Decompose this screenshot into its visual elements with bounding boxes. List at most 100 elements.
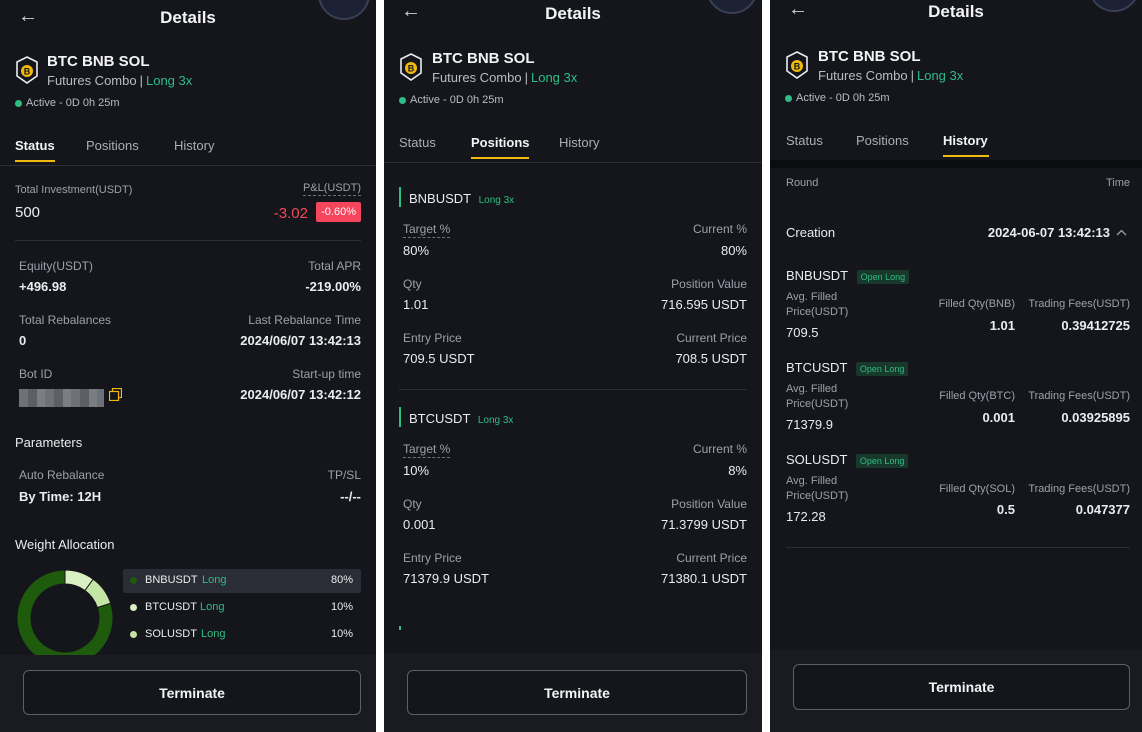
equity-value: +496.98: [19, 279, 67, 294]
alloc-pct: 10%: [330, 628, 353, 640]
target-pct-value: 10%: [403, 463, 430, 478]
alloc-row-btcusdt[interactable]: BTCUSDT Long 10%: [123, 596, 361, 620]
pnl-percent-badge: -0.60%: [316, 202, 361, 222]
alloc-row-solusdt[interactable]: SOLUSDT Long 10%: [123, 623, 361, 647]
terminate-button[interactable]: Terminate: [23, 670, 361, 715]
tab-history[interactable]: History: [559, 135, 599, 150]
alloc-side: Long: [200, 601, 225, 613]
bot-subtitle: Futures Combo | Long 3x: [818, 68, 963, 83]
bot-name: BTC BNB SOL: [432, 50, 535, 67]
avg-price-label: Avg. Filled Price(USDT): [786, 291, 849, 318]
equity-label: Equity(USDT): [19, 259, 94, 273]
qty-value: 1.01: [403, 297, 429, 312]
alloc-row-bnbusdt[interactable]: BNBUSDT Long 80%: [123, 569, 361, 593]
weight-allocation-title: Weight Allocation: [15, 537, 115, 552]
bot-id-label: Bot ID: [19, 367, 53, 381]
status-panel: ← Details B BTC BNB SOL Futures Combo | Lo…: [0, 0, 376, 732]
target-pct-label[interactable]: Target %: [403, 442, 451, 458]
qty-label: Qty: [403, 497, 422, 511]
target-pct-value: 80%: [403, 243, 430, 258]
tab-underline: [471, 157, 529, 159]
tab-status[interactable]: Status: [786, 133, 823, 148]
filled-qty-value: 1.01: [989, 318, 1015, 333]
svg-text:B: B: [794, 62, 801, 72]
position-symbol: BNBUSDT: [409, 191, 472, 206]
current-pct-value: 8%: [728, 463, 747, 478]
creation-label: Creation: [786, 225, 836, 240]
terminate-button[interactable]: Terminate: [407, 670, 747, 715]
rebalances-label: Total Rebalances: [19, 313, 112, 327]
tab-underline: [943, 155, 989, 157]
rebalances-value: 0: [19, 333, 27, 348]
position-accent-bar: [399, 407, 401, 427]
tab-status[interactable]: Status: [15, 138, 55, 153]
filled-qty-value: 0.5: [996, 502, 1015, 517]
pnl-label[interactable]: P&L(USDT): [302, 182, 361, 196]
history-entry-header: BTCUSDT Open Long: [786, 359, 909, 377]
weight-donut-chart: [16, 569, 114, 667]
leverage-label: Long 3x: [145, 73, 193, 88]
alloc-pct: 80%: [330, 574, 353, 586]
tab-divider: [0, 165, 376, 166]
divider: [399, 389, 747, 390]
terminate-button[interactable]: Terminate: [793, 664, 1130, 710]
bot-type: Futures Combo: [432, 70, 522, 85]
filled-qty-label: Filled Qty(BNB): [938, 298, 1015, 310]
bot-subtitle: Futures Combo | Long 3x: [432, 70, 577, 85]
trading-fees-label: Trading Fees(USDT): [1028, 483, 1130, 495]
auto-rebalance-value: By Time: 12H: [19, 489, 102, 504]
position-value-label: Position Value: [671, 497, 747, 511]
filled-qty-label: Filled Qty(BTC): [939, 390, 1015, 402]
entry-price-value: 71379.9 USDT: [403, 571, 489, 586]
entry-price-label: Entry Price: [403, 331, 462, 345]
tab-history[interactable]: History: [174, 138, 214, 153]
alloc-symbol: BTCUSDT: [145, 601, 197, 613]
qty-label: Qty: [403, 277, 422, 291]
positions-panel: ← Details B BTC BNB SOL Futures Combo | Lo…: [384, 0, 762, 732]
history-panel: ← Details B BTC BNB SOL Futures Combo | Lo…: [770, 0, 1142, 732]
filled-qty-label: Filled Qty(SOL): [939, 483, 1015, 495]
current-pct-value: 80%: [720, 243, 747, 258]
qty-value: 0.001: [403, 517, 436, 532]
bot-name: BTC BNB SOL: [47, 53, 150, 70]
page-title: Details: [545, 4, 601, 23]
tab-underline: [15, 160, 55, 162]
startup-value: 2024/06/07 13:42:12: [240, 387, 361, 402]
status-dot: [399, 96, 406, 104]
tab-positions[interactable]: Positions: [86, 138, 139, 153]
divider: [786, 547, 1130, 548]
bot-sep: |: [524, 70, 528, 85]
entry-symbol: BTCUSDT: [786, 360, 848, 375]
copy-icon[interactable]: [109, 388, 122, 401]
last-rebalance-value: 2024/06/07 13:42:13: [240, 333, 361, 348]
target-pct-label[interactable]: Target %: [403, 222, 451, 238]
creation-time[interactable]: 2024-06-07 13:42:13: [988, 225, 1110, 240]
page-title: Details: [160, 8, 216, 27]
position-accent-bar: [399, 187, 401, 207]
pnl-value: -3.02: [273, 205, 308, 222]
total-investment-value: 500: [15, 204, 41, 221]
chevron-up-icon[interactable]: [1116, 229, 1127, 236]
alloc-side: Long: [201, 628, 226, 640]
tab-history[interactable]: History: [943, 133, 988, 148]
alloc-pct: 10%: [330, 601, 353, 613]
divider: [15, 240, 361, 241]
entry-price-label: Entry Price: [403, 551, 462, 565]
entry-price-value: 709.5 USDT: [403, 351, 475, 366]
history-entry-header: SOLUSDT Open Long: [786, 451, 909, 469]
leverage-label: Long 3x: [530, 70, 578, 85]
alloc-color-dot: [130, 577, 137, 584]
round-header: Round: [786, 177, 819, 189]
tab-positions[interactable]: Positions: [856, 133, 909, 148]
tab-positions[interactable]: Positions: [471, 135, 530, 150]
position-tag: Long 3x: [477, 415, 514, 426]
tpsl-label: TP/SL: [327, 468, 361, 482]
entry-symbol: BNBUSDT: [786, 268, 849, 283]
bitcoin-shield-icon: B: [400, 53, 422, 81]
trading-fees-value: 0.047377: [1075, 502, 1130, 517]
tab-status[interactable]: Status: [399, 135, 436, 150]
trading-fees-value: 0.39412725: [1061, 318, 1130, 333]
status-text: Active - 0D 0h 25m: [796, 92, 890, 104]
status-indicator: Active - 0D 0h 25m: [399, 94, 504, 106]
page-title: Details: [928, 2, 984, 21]
